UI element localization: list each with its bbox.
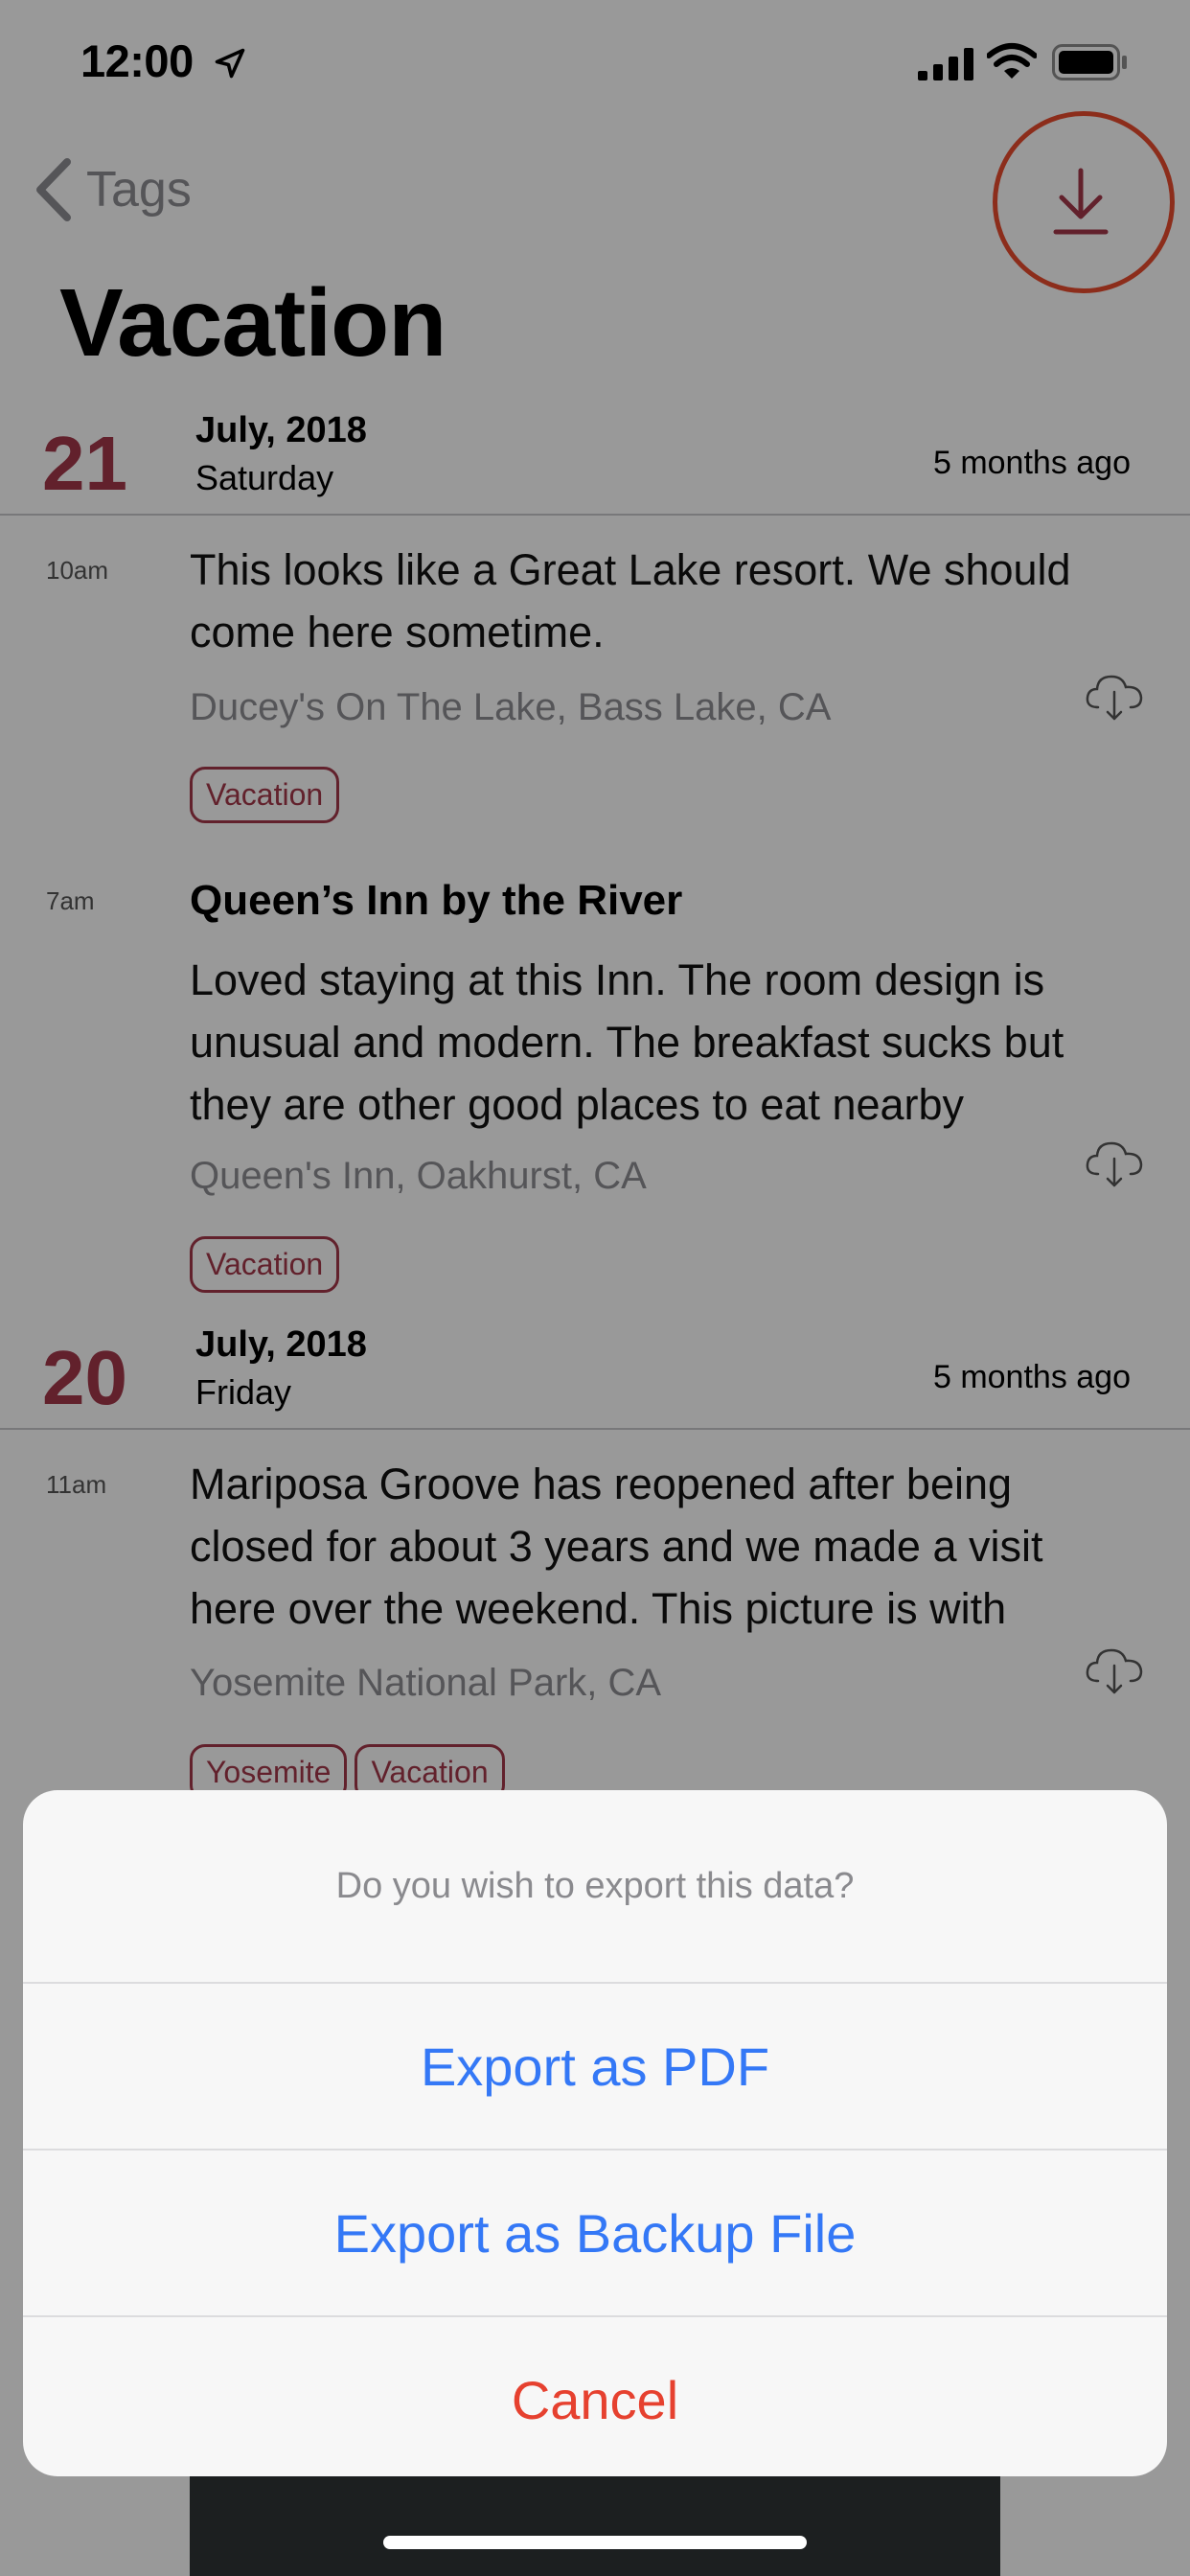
action-sheet-message: Do you wish to export this data?: [23, 1790, 1167, 1984]
export-action-sheet: Do you wish to export this data? Export …: [23, 1790, 1167, 2476]
export-pdf-button[interactable]: Export as PDF: [23, 1984, 1167, 2150]
cancel-button[interactable]: Cancel: [23, 2317, 1167, 2476]
app-screen: 12:00 Tags Vacation 21 July, 2018 Saturd…: [0, 0, 1190, 2576]
export-backup-button[interactable]: Export as Backup File: [23, 2150, 1167, 2317]
home-indicator[interactable]: [383, 2536, 807, 2549]
